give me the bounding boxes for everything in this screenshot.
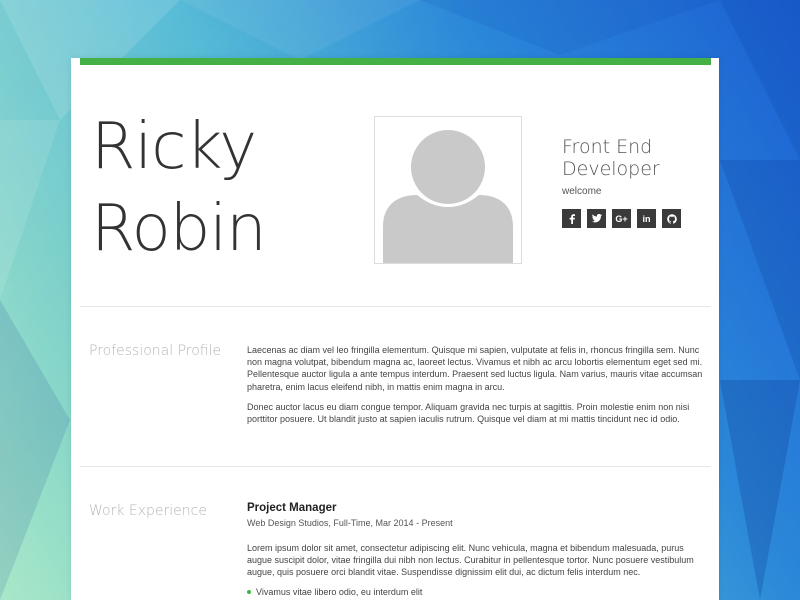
divider bbox=[80, 306, 711, 307]
github-icon bbox=[666, 213, 677, 224]
linkedin-icon: in bbox=[642, 213, 651, 224]
job-meta: Web Design Studios, Full-Time, Mar 2014 … bbox=[247, 518, 453, 528]
profile-paragraph: Donec auctor lacus eu diam congue tempor… bbox=[247, 401, 690, 425]
google-plus-icon: G+ bbox=[615, 213, 628, 224]
facebook-icon bbox=[569, 213, 575, 224]
linkedin-button[interactable]: in bbox=[637, 209, 656, 228]
twitter-icon bbox=[591, 214, 602, 223]
google-plus-button[interactable]: G+ bbox=[612, 209, 631, 228]
profile-label: Professional Profile bbox=[89, 343, 222, 359]
accent-bar bbox=[80, 58, 711, 65]
job-bullets: Vivamus vitae libero odio, eu interdum e… bbox=[247, 587, 705, 597]
divider bbox=[80, 466, 711, 467]
resume-card: Ricky Robin Front End Developer welcome … bbox=[71, 58, 719, 600]
job-bullet: Vivamus vitae libero odio, eu interdum e… bbox=[247, 587, 705, 597]
person-name: Ricky Robin bbox=[91, 106, 267, 270]
role-title: Front End Developer bbox=[562, 136, 660, 180]
job-entry: Project Manager Web Design Studios, Full… bbox=[247, 502, 705, 597]
last-name: Robin bbox=[91, 192, 267, 266]
facebook-button[interactable] bbox=[562, 209, 581, 228]
profile-paragraph: Laecenas ac diam vel leo fringilla eleme… bbox=[247, 345, 703, 392]
github-button[interactable] bbox=[662, 209, 681, 228]
job-title: Project Manager bbox=[247, 502, 337, 514]
social-links: G+ in bbox=[562, 209, 712, 228]
welcome-text: welcome bbox=[562, 186, 602, 197]
twitter-button[interactable] bbox=[587, 209, 606, 228]
role-block: Front End Developer welcome G+ in bbox=[562, 136, 712, 228]
experience-label: Work Experience bbox=[89, 503, 207, 519]
user-silhouette-icon bbox=[383, 130, 513, 263]
avatar bbox=[374, 116, 522, 264]
first-name: Ricky bbox=[91, 110, 257, 184]
profile-text: Laecenas ac diam vel leo fringilla eleme… bbox=[247, 344, 705, 433]
job-description: Lorem ipsum dolor sit amet, consectetur … bbox=[247, 543, 694, 578]
